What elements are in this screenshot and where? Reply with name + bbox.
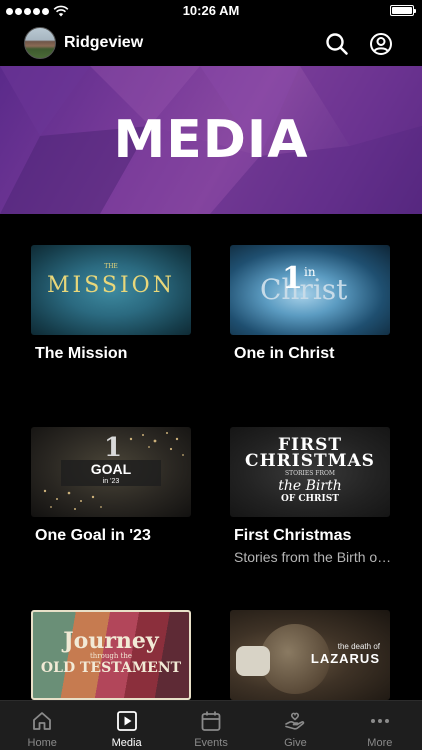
thumb-text: 1	[282, 261, 303, 296]
calendar-icon	[201, 711, 221, 731]
media-subtitle: Stories from the Birth of Christ	[234, 549, 394, 565]
thumb-text: the Birth	[278, 478, 342, 494]
media-icon	[116, 711, 137, 731]
give-icon	[285, 712, 305, 730]
search-icon[interactable]	[324, 31, 350, 57]
tab-give[interactable]: Give	[253, 701, 337, 750]
thumb-text: 1	[104, 433, 123, 463]
tab-label: More	[367, 737, 393, 749]
media-title: The Mission	[35, 345, 128, 362]
home-icon	[33, 712, 52, 730]
tab-bar: Home Media Events Give More	[0, 700, 422, 750]
app-title: Ridgeview	[64, 34, 144, 51]
media-thumbnail[interactable]: FIRST CHRISTMAS STORIES FROM the Birth O…	[230, 427, 390, 517]
media-thumbnail[interactable]: 1 GOAL in '23	[31, 427, 191, 517]
thumb-text: LAZARUS	[310, 651, 380, 666]
status-time: 10:26 AM	[182, 3, 240, 18]
tab-label: Events	[194, 737, 228, 749]
church-logo-avatar[interactable]	[24, 27, 56, 59]
tab-media[interactable]: Media	[84, 701, 168, 750]
media-thumbnail[interactable]: the death of LAZARUS	[230, 610, 390, 700]
banner-title: MEDIA	[113, 110, 309, 170]
thumb-text: STORIES FROM	[284, 470, 336, 477]
media-title: One Goal in '23	[35, 527, 151, 544]
media-title: First Christmas	[234, 527, 352, 544]
media-thumbnail[interactable]: Journey through the OLD TESTAMENT	[31, 610, 191, 700]
thumb-text: CHRISTMAS	[245, 451, 375, 471]
thumb-text: OF CHRIST	[281, 494, 339, 504]
thumb-text: GOAL	[90, 461, 132, 477]
thumb-text: the death of	[337, 642, 380, 651]
tab-label: Media	[111, 737, 142, 749]
status-bar: 10:26 AM	[0, 0, 422, 22]
more-icon	[370, 719, 389, 723]
thumb-text: in '23	[102, 478, 120, 485]
thumb-text: in	[304, 265, 316, 279]
tab-home[interactable]: Home	[0, 701, 84, 750]
tab-more[interactable]: More	[338, 701, 422, 750]
media-banner: MEDIA	[0, 66, 422, 214]
media-thumbnail[interactable]: THE MISSION	[31, 245, 191, 335]
tab-label: Give	[284, 737, 307, 749]
tab-events[interactable]: Events	[169, 701, 253, 750]
media-title: One in Christ	[234, 345, 335, 362]
thumb-text: THE	[104, 263, 118, 270]
account-icon[interactable]	[368, 31, 394, 57]
thumb-text: through the	[89, 652, 133, 660]
media-thumbnail[interactable]: Christ 1 in	[230, 245, 390, 335]
battery-icon	[390, 5, 416, 16]
tab-label: Home	[27, 737, 57, 749]
thumb-text: OLD TESTAMENT	[40, 660, 182, 676]
thumb-text: MISSION	[47, 273, 175, 298]
thumb-text: Journey	[63, 628, 159, 654]
app-header: Ridgeview	[0, 22, 422, 66]
grave-cloth	[236, 646, 270, 676]
